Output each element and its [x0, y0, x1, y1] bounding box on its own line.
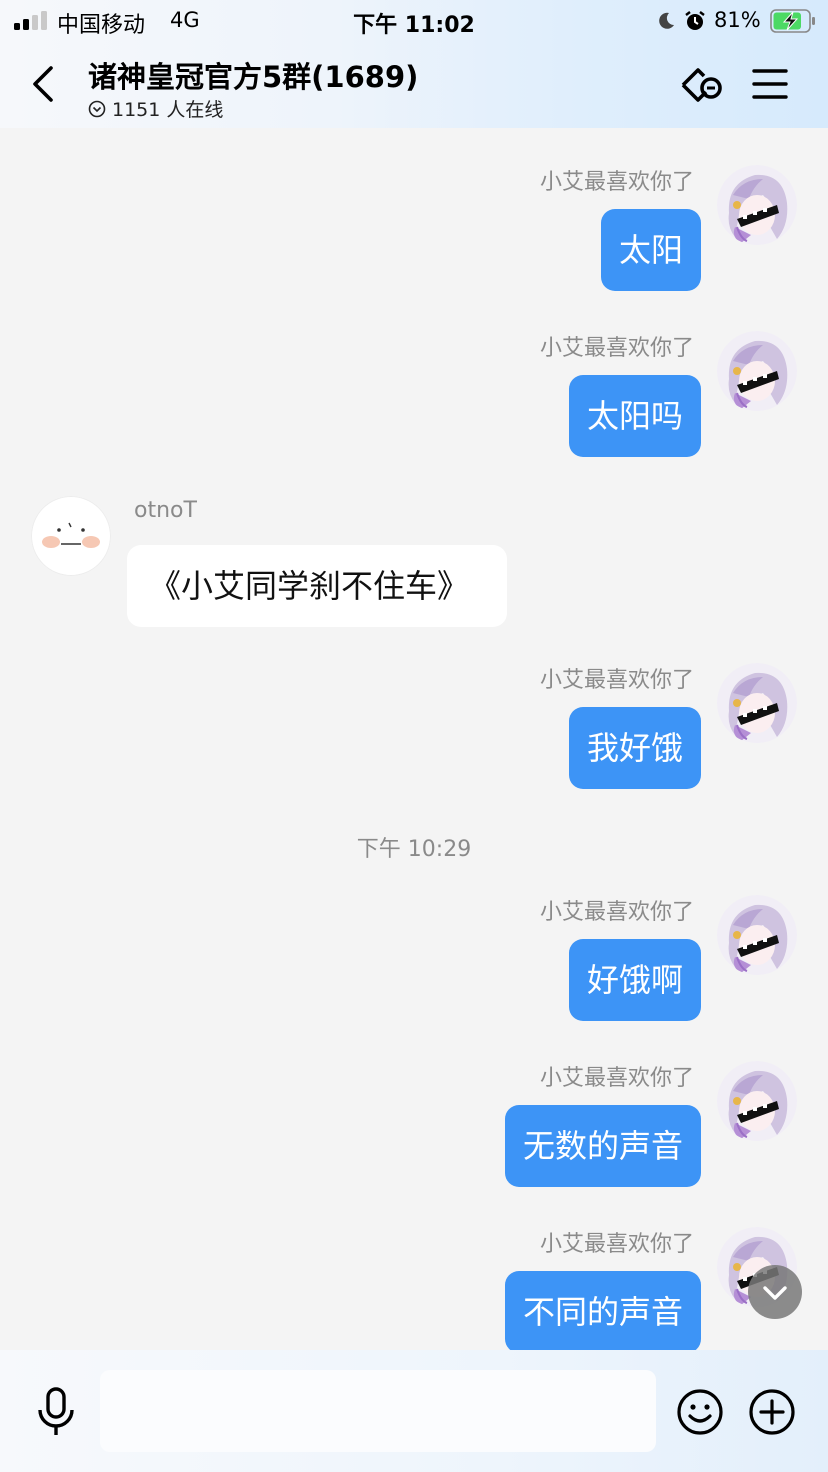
microphone-icon[interactable] [34, 1386, 78, 1438]
message-bubble[interactable]: 无数的声音 [504, 1105, 701, 1187]
online-status-icon [88, 100, 106, 117]
scroll-to-bottom-button[interactable] [748, 1265, 802, 1319]
alarm-icon [685, 11, 705, 30]
message-bubble[interactable]: 不同的声音 [504, 1271, 701, 1350]
top-area: 中国移动 4G 下午 11:02 81% 诸神皇冠官方5群(1689) 1151… [0, 0, 828, 128]
message-input[interactable] [100, 1370, 656, 1452]
message-bubble[interactable]: 好饿啊 [568, 939, 701, 1021]
avatar[interactable] [31, 496, 111, 576]
online-status: 1151 人在线 [88, 95, 223, 122]
avatar[interactable] [717, 165, 797, 245]
time-divider: 下午 10:29 [356, 837, 472, 862]
message-bubble[interactable]: 太阳吗 [568, 375, 701, 457]
plus-icon[interactable] [748, 1388, 796, 1436]
chat-message-list[interactable]: 小艾最喜欢你了 太阳 小艾最喜欢你了 太阳吗 otnoT 《小艾同学刹不住车》 … [0, 128, 828, 1350]
avatar[interactable] [717, 663, 797, 743]
input-bar [0, 1350, 828, 1472]
sender-name: 小艾最喜欢你了 [539, 1232, 694, 1257]
chevron-down-icon [763, 1286, 787, 1300]
group-title: 诸神皇冠官方5群(1689) [88, 60, 419, 94]
sender-name: 小艾最喜欢你了 [539, 668, 694, 693]
back-arrow-icon[interactable] [26, 64, 62, 104]
online-count: 1151 人在线 [112, 99, 224, 121]
status-bar: 中国移动 4G 下午 11:02 81% [0, 0, 828, 44]
avatar[interactable] [717, 331, 797, 411]
avatar[interactable] [717, 895, 797, 975]
battery-percent: 81% [714, 8, 761, 32]
sender-name: 小艾最喜欢你了 [539, 900, 694, 925]
moon-icon [659, 12, 674, 29]
message-bubble[interactable]: 《小艾同学刹不住车》 [127, 545, 507, 627]
avatar[interactable] [717, 1061, 797, 1141]
menu-icon[interactable] [750, 66, 790, 102]
sender-name: 小艾最喜欢你了 [539, 336, 694, 361]
group-link-icon[interactable] [676, 60, 726, 110]
message-bubble[interactable]: 我好饿 [568, 707, 701, 789]
sender-name: 小艾最喜欢你了 [539, 1066, 694, 1091]
sender-name: 小艾最喜欢你了 [539, 170, 694, 195]
sender-name: otnoT [134, 498, 197, 523]
chat-header: 诸神皇冠官方5群(1689) 1151 人在线 [0, 44, 828, 128]
message-bubble[interactable]: 太阳 [600, 209, 701, 291]
emoji-icon[interactable] [676, 1388, 724, 1436]
battery-charging-icon [770, 9, 815, 33]
